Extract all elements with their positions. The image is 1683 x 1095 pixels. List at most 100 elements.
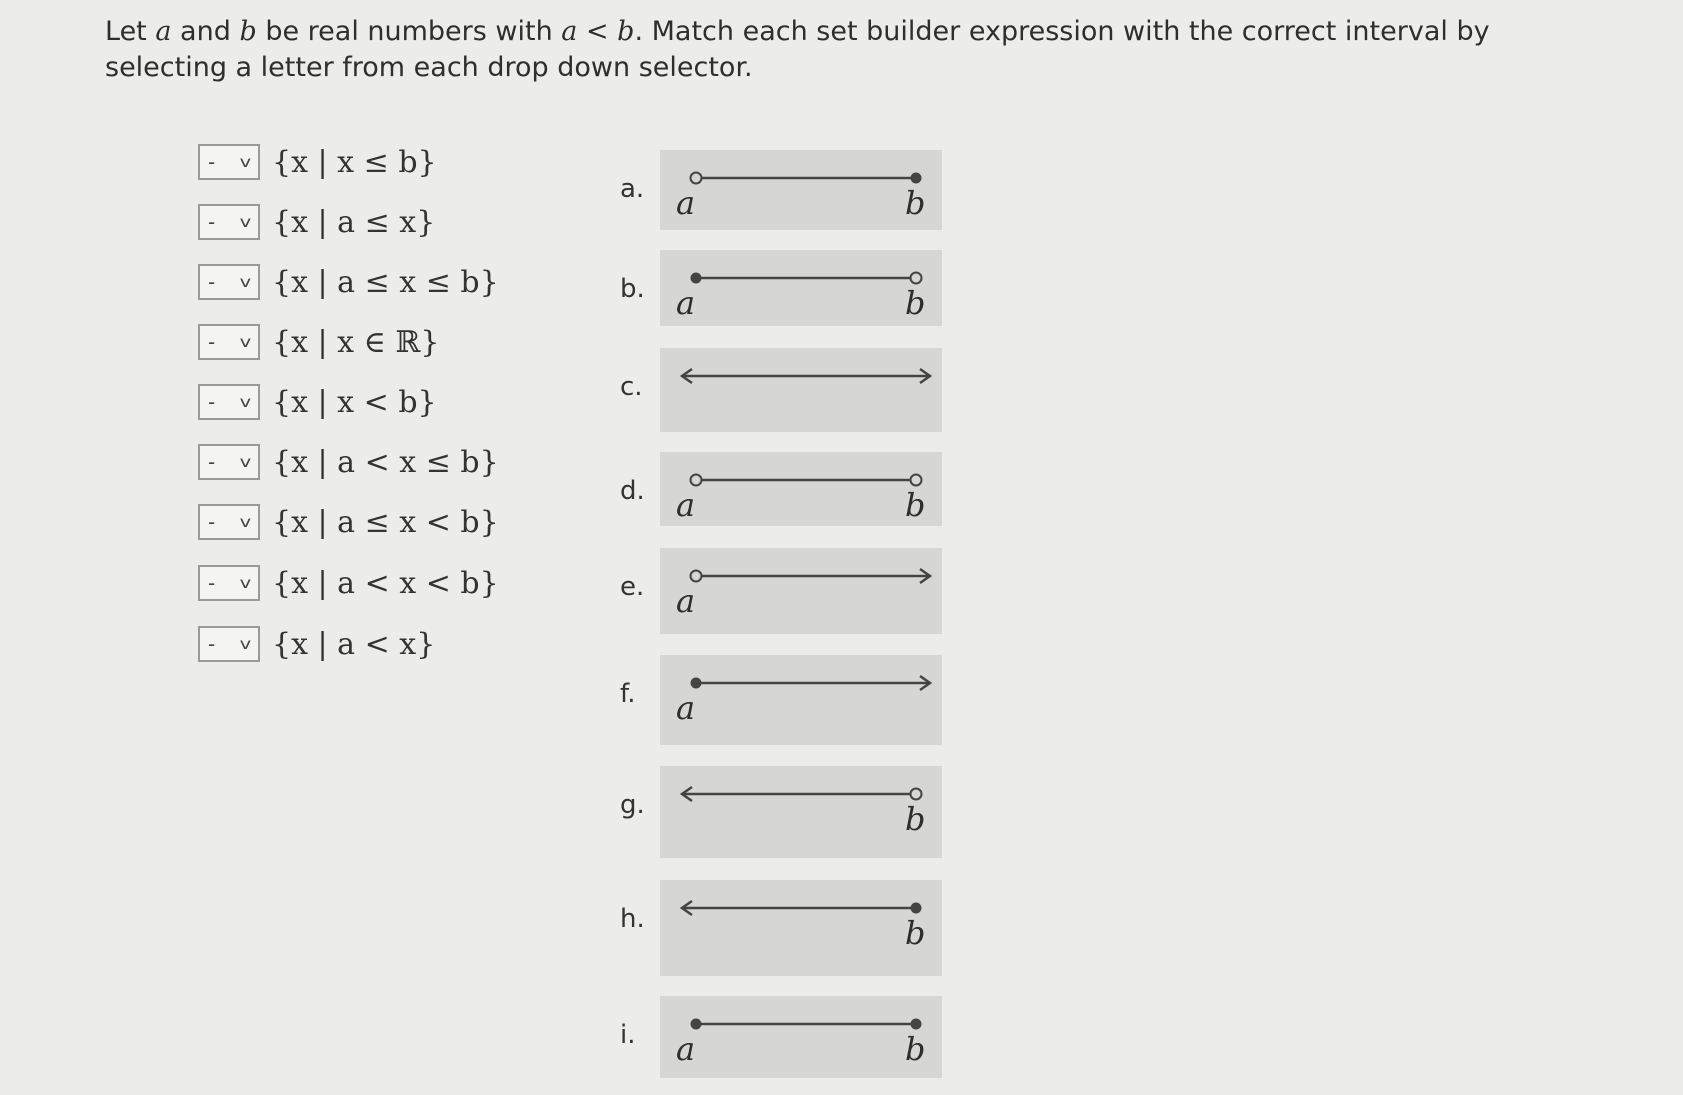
closed-endpoint bbox=[690, 272, 702, 284]
expression-row: - v {x | a ≤ x} bbox=[198, 202, 435, 242]
endpoint-label-b: b bbox=[905, 284, 926, 322]
number-line bbox=[690, 1018, 922, 1030]
answer-dropdown[interactable]: -v bbox=[198, 264, 260, 300]
chevron-down-icon: v bbox=[239, 513, 252, 531]
number-line-panel: ab bbox=[660, 452, 942, 526]
endpoint-label-b: b bbox=[905, 486, 926, 524]
dropdown-value: - bbox=[208, 270, 216, 294]
answer-dropdown[interactable]: -v bbox=[198, 444, 260, 480]
set-builder-expression: {x | x ∈ ℝ} bbox=[272, 324, 440, 360]
dropdown-value: - bbox=[208, 390, 216, 414]
prompt-text-1: Let bbox=[105, 16, 156, 47]
closed-endpoint bbox=[690, 677, 702, 689]
endpoint-label-a: a bbox=[676, 582, 696, 620]
dropdown-value: - bbox=[208, 632, 216, 656]
number-line bbox=[690, 271, 923, 285]
number-line bbox=[689, 567, 933, 585]
set-builder-expression: {x | a ≤ x ≤ b} bbox=[272, 264, 499, 300]
set-builder-expression: {x | a ≤ x} bbox=[272, 204, 436, 240]
open-endpoint bbox=[909, 271, 923, 285]
expression-row: - v {x | a ≤ x < b} bbox=[198, 502, 499, 542]
open-endpoint bbox=[909, 787, 923, 801]
option-label: c. bbox=[620, 372, 643, 402]
set-builder-expression: {x | x < b} bbox=[272, 384, 437, 420]
prompt-var-b: b bbox=[239, 16, 257, 47]
prompt-inequality: a < b bbox=[561, 16, 635, 47]
expression-row: - v {x | a ≤ x ≤ b} bbox=[198, 262, 499, 302]
number-line-panel: ab bbox=[660, 150, 942, 230]
question-prompt: Let a and b be real numbers with a < b. … bbox=[105, 14, 1565, 86]
expression-row: - v {x | x < b} bbox=[198, 382, 437, 422]
set-builder-expression: {x | a < x} bbox=[272, 626, 436, 662]
number-line bbox=[679, 367, 933, 385]
endpoint-label-b: b bbox=[905, 914, 926, 952]
answer-dropdown[interactable]: -v bbox=[198, 204, 260, 240]
number-line-panel: a bbox=[660, 655, 942, 745]
chevron-down-icon: v bbox=[239, 153, 252, 171]
answer-dropdown[interactable]: -v bbox=[198, 504, 260, 540]
dropdown-value: - bbox=[208, 571, 216, 595]
set-builder-expression: {x | a < x < b} bbox=[272, 565, 499, 601]
number-line-panel: a bbox=[660, 548, 942, 634]
expression-row: - v {x | a < x < b} bbox=[198, 563, 499, 603]
endpoint-label-a: a bbox=[676, 689, 696, 727]
number-line-panel: ab bbox=[660, 996, 942, 1078]
option-label: i. bbox=[620, 1020, 636, 1050]
closed-endpoint bbox=[910, 902, 922, 914]
number-line bbox=[690, 674, 933, 692]
answer-dropdown[interactable]: -v bbox=[198, 324, 260, 360]
option-label: e. bbox=[620, 572, 645, 602]
number-line-panel: b bbox=[660, 880, 942, 976]
endpoint-label-a: a bbox=[676, 1030, 696, 1068]
endpoint-label-b: b bbox=[905, 1030, 926, 1068]
option-label: d. bbox=[620, 476, 645, 506]
answer-dropdown[interactable]: -v bbox=[198, 144, 260, 180]
answer-dropdown[interactable]: -v bbox=[198, 626, 260, 662]
open-endpoint bbox=[689, 171, 703, 185]
number-line bbox=[689, 473, 923, 487]
expression-row: - v {x | x ≤ b} bbox=[198, 142, 437, 182]
dropdown-value: - bbox=[208, 330, 216, 354]
number-line-panel bbox=[660, 348, 942, 432]
chevron-down-icon: v bbox=[239, 333, 252, 351]
prompt-text-3: be real numbers with bbox=[256, 16, 562, 47]
dropdown-value: - bbox=[208, 150, 216, 174]
chevron-down-icon: v bbox=[239, 273, 252, 291]
chevron-down-icon: v bbox=[239, 574, 252, 592]
endpoint-label-b: b bbox=[905, 800, 926, 838]
dropdown-value: - bbox=[208, 210, 216, 234]
endpoint-label-a: a bbox=[676, 184, 696, 222]
dropdown-value: - bbox=[208, 510, 216, 534]
expression-row: - v {x | x ∈ ℝ} bbox=[198, 322, 439, 362]
closed-endpoint bbox=[910, 172, 922, 184]
option-label: b. bbox=[620, 274, 645, 304]
open-endpoint bbox=[689, 473, 703, 487]
open-endpoint bbox=[909, 473, 923, 487]
dropdown-value: - bbox=[208, 450, 216, 474]
closed-endpoint bbox=[910, 1018, 922, 1030]
option-label: f. bbox=[620, 679, 636, 709]
answer-dropdown[interactable]: -v bbox=[198, 384, 260, 420]
option-label: h. bbox=[620, 904, 645, 934]
endpoint-label-a: a bbox=[676, 284, 696, 322]
set-builder-expression: {x | a < x ≤ b} bbox=[272, 444, 499, 480]
chevron-down-icon: v bbox=[239, 393, 252, 411]
option-label: a. bbox=[620, 174, 645, 204]
number-line-panel: b bbox=[660, 766, 942, 858]
answer-dropdown[interactable]: -v bbox=[198, 565, 260, 601]
prompt-text-2: and bbox=[171, 16, 240, 47]
chevron-down-icon: v bbox=[239, 213, 252, 231]
endpoint-label-b: b bbox=[905, 184, 926, 222]
expression-row: - v {x | a < x ≤ b} bbox=[198, 442, 499, 482]
open-endpoint bbox=[689, 569, 703, 583]
set-builder-expression: {x | x ≤ b} bbox=[272, 144, 437, 180]
number-line bbox=[679, 899, 922, 917]
option-label: g. bbox=[620, 790, 645, 820]
closed-endpoint bbox=[690, 1018, 702, 1030]
chevron-down-icon: v bbox=[239, 453, 252, 471]
expression-row: - v {x | a < x} bbox=[198, 624, 435, 664]
number-line bbox=[679, 785, 923, 803]
endpoint-label-a: a bbox=[676, 486, 696, 524]
number-line-panel: ab bbox=[660, 250, 942, 326]
number-line bbox=[689, 171, 922, 185]
